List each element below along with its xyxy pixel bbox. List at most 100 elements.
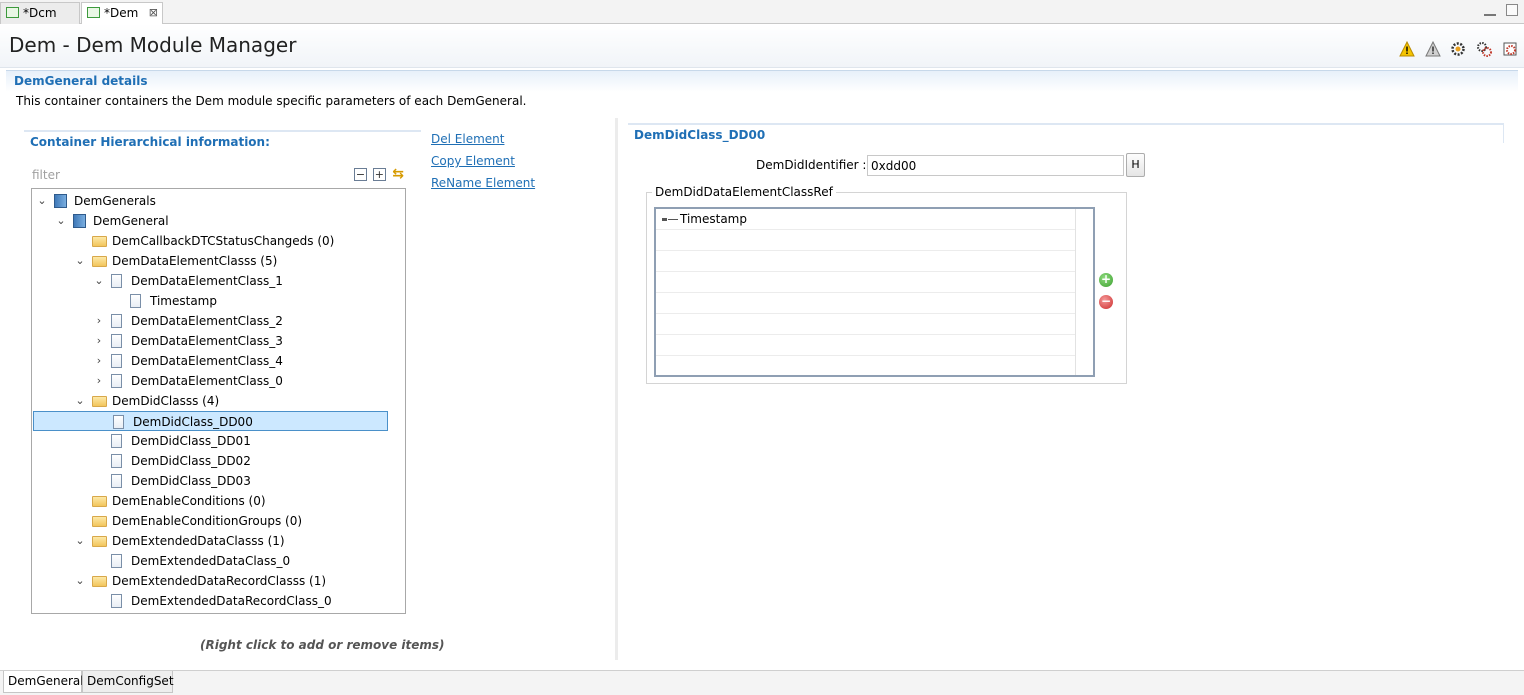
generate-icon[interactable]	[1502, 41, 1518, 57]
tree-item[interactable]: ⌄ DemExtendedDataClasss (1)	[32, 531, 389, 551]
chevron-down-icon[interactable]: ⌄	[74, 571, 86, 591]
ref-table-row[interactable]	[656, 293, 1075, 314]
tab-demconfigset[interactable]: DemConfigSet	[82, 671, 174, 693]
doc-icon	[111, 274, 122, 288]
warning-icon[interactable]	[1398, 41, 1415, 57]
doc-icon	[111, 554, 122, 568]
hex-format-button[interactable]: H	[1126, 153, 1145, 177]
tree-item[interactable]: DemDidClass_DD01	[32, 431, 389, 451]
panel-splitter[interactable]	[615, 118, 618, 660]
page-title: Dem - Dem Module Manager	[9, 33, 297, 57]
ref-table-row[interactable]	[656, 335, 1075, 356]
del-element-link[interactable]: Del Element	[431, 132, 504, 146]
tree-item-label: DemExtendedDataRecordClasss (1)	[112, 574, 327, 588]
chevron-down-icon[interactable]: ⌄	[36, 191, 48, 211]
chevron-right-icon[interactable]: ›	[93, 371, 105, 391]
data-element-ref-table[interactable]: Timestamp	[654, 207, 1095, 377]
data-element-ref-label: DemDidDataElementClassRef	[652, 185, 836, 199]
container-tree[interactable]: ⌄ DemGenerals ⌄ DemGeneral DemCallbackDTCSta…	[31, 188, 406, 614]
tree-item-label: DemEnableConditionGroups (0)	[112, 514, 303, 528]
ref-table-cell: Timestamp	[680, 212, 747, 226]
doc-icon	[111, 334, 122, 348]
chevron-down-icon[interactable]: ⌄	[93, 271, 105, 291]
tree-item-label: DemExtendedDataRecordClass_0	[131, 594, 332, 608]
minimize-icon[interactable]	[1484, 8, 1497, 16]
tree-item[interactable]: › DemDataElementClass_2	[32, 311, 389, 331]
ref-table-row[interactable]	[656, 356, 1075, 375]
tree-item-label: DemDataElementClass_4	[131, 354, 283, 368]
rename-element-link[interactable]: ReName Element	[431, 176, 535, 190]
close-tab-icon[interactable]: ⊠	[149, 3, 158, 23]
multi-gear-icon[interactable]	[1476, 41, 1493, 57]
chevron-right-icon[interactable]: ›	[93, 331, 105, 351]
editor-tab-dem[interactable]: *Dem ⊠	[81, 2, 163, 25]
ref-table-row[interactable]	[656, 272, 1075, 293]
tree-item[interactable]: DemEnableConditionGroups (0)	[32, 511, 389, 531]
doc-icon	[111, 434, 122, 448]
doc-icon	[130, 294, 141, 308]
remove-icon[interactable]: −	[1099, 295, 1113, 309]
table-column-divider	[1075, 209, 1076, 375]
tree-item[interactable]: › DemDataElementClass_4	[32, 351, 389, 371]
ref-table-row[interactable]	[656, 314, 1075, 335]
tree-item[interactable]: ⌄ DemGeneral	[32, 211, 389, 231]
copy-element-link[interactable]: Copy Element	[431, 154, 515, 168]
editor-tab-dcm[interactable]: *Dcm	[0, 2, 80, 24]
reference-link-line	[668, 219, 678, 220]
doc-icon	[111, 374, 122, 388]
tree-item-label: DemExtendedDataClass_0	[131, 554, 291, 568]
tree-toolbar: − + ⇆	[354, 167, 407, 184]
tree-item[interactable]: DemDidClass_DD02	[32, 451, 389, 471]
chevron-down-icon[interactable]: ⌄	[74, 531, 86, 551]
tree-item[interactable]: DemExtendedDataClass_0	[32, 551, 389, 571]
tree-item-label: DemDataElementClass_0	[131, 374, 283, 388]
chevron-right-icon[interactable]: ›	[93, 311, 105, 331]
chevron-down-icon[interactable]: ⌄	[74, 391, 86, 411]
tree-item-label: DemDidClass_DD03	[131, 474, 251, 488]
tree-item-label: DemDataElementClass_1	[131, 274, 283, 288]
tree-item[interactable]: ⌄ DemDataElementClass_1	[32, 271, 389, 291]
did-identifier-input[interactable]	[867, 155, 1124, 176]
chevron-down-icon[interactable]: ⌄	[55, 211, 67, 231]
tree-item-label: DemGeneral	[93, 214, 169, 228]
sync-icon[interactable]: ⇆	[391, 167, 405, 181]
tree-item[interactable]: Timestamp	[32, 291, 389, 311]
header-toolbar	[1393, 41, 1518, 59]
tree-item[interactable]: DemEnableConditions (0)	[32, 491, 389, 511]
maximize-icon[interactable]	[1506, 4, 1518, 16]
ref-table-row[interactable]: Timestamp	[656, 209, 1075, 230]
chevron-down-icon[interactable]: ⌄	[74, 251, 86, 271]
expand-all-icon[interactable]: +	[372, 168, 386, 181]
collapse-all-icon[interactable]: −	[354, 168, 367, 181]
doc-icon	[113, 415, 124, 429]
tree-item-label: DemDataElementClass_3	[131, 334, 283, 348]
editor-tab-label: *Dcm	[23, 6, 57, 20]
tree-item[interactable]: › DemDataElementClass_3	[32, 331, 389, 351]
tree-item[interactable]: › DemDataElementClass_0	[32, 371, 389, 391]
chevron-right-icon[interactable]: ›	[93, 351, 105, 371]
tree-item[interactable]: DemCallbackDTCStatusChangeds (0)	[32, 231, 389, 251]
add-icon[interactable]: +	[1099, 273, 1113, 287]
editor-tab-bar: *Dcm *Dem ⊠	[0, 0, 1524, 25]
tree-item[interactable]: ⌄ DemExtendedDataRecordClasss (1)	[32, 571, 389, 591]
tree-item-label: DemEnableConditions (0)	[112, 494, 266, 508]
tree-item[interactable]: ⌄ DemDidClasss (4)	[32, 391, 389, 411]
tree-item-selected[interactable]: DemDidClass_DD00	[33, 411, 388, 431]
tree-item[interactable]: DemExtendedDataRecordClass_0	[32, 591, 389, 611]
alert-icon[interactable]	[1424, 41, 1441, 57]
ref-table-row[interactable]	[656, 230, 1075, 251]
detail-title: DemDidClass_DD00	[634, 128, 766, 142]
tree-item-label: DemExtendedDataClasss (1)	[112, 534, 285, 548]
tree-item[interactable]: DemDidClass_DD03	[32, 471, 389, 491]
settings-gear-icon[interactable]	[1450, 41, 1466, 57]
tree-item-label: DemDidClass_DD00	[133, 415, 253, 429]
folder-icon	[92, 576, 107, 587]
tree-item-label: DemDataElementClass_2	[131, 314, 283, 328]
right-click-hint: (Right click to add or remove items)	[200, 638, 445, 652]
tab-demgeneral[interactable]: DemGeneral	[3, 671, 84, 693]
tree-item[interactable]: ⌄ DemGenerals	[32, 191, 389, 211]
doc-icon	[111, 314, 122, 328]
tree-item[interactable]: ⌄ DemDataElementClasss (5)	[32, 251, 389, 271]
filter-input[interactable]	[32, 166, 342, 184]
ref-table-row[interactable]	[656, 251, 1075, 272]
